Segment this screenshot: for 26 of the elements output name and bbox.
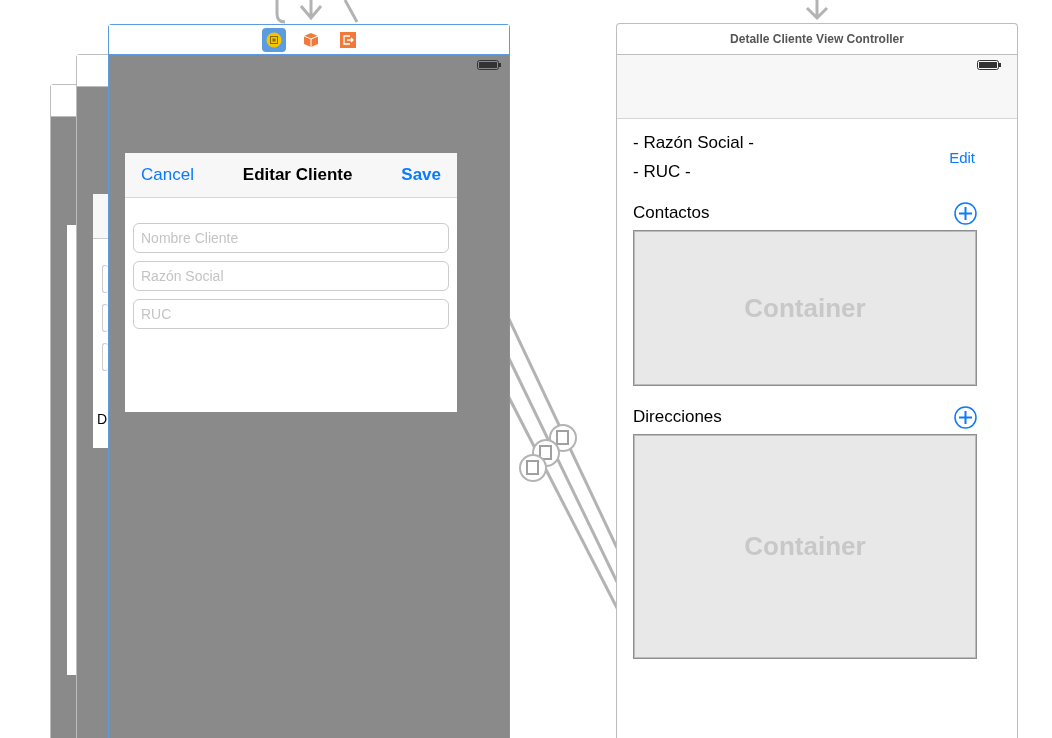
exit-icon	[340, 31, 356, 48]
text-field[interactable]: Razón Social	[133, 261, 449, 291]
razon-social-label: - Razón Social -	[633, 133, 754, 153]
segue-line	[343, 0, 359, 23]
add-icon[interactable]	[954, 201, 977, 225]
section-title: Contactos	[633, 203, 710, 223]
battery-icon	[477, 60, 501, 70]
add-icon[interactable]	[954, 405, 977, 429]
text-field[interactable]: Nombre Cliente	[133, 223, 449, 253]
view-controller-icon	[266, 31, 282, 48]
scene-title: Detalle Cliente View Controller	[730, 32, 904, 46]
segue-line	[275, 0, 286, 24]
battery-icon	[977, 60, 1001, 70]
cube-icon	[303, 31, 319, 48]
embed-segue-icon	[519, 454, 547, 482]
nav-title: Editar Cliente	[242, 165, 353, 185]
save-button[interactable]: Save	[401, 165, 441, 185]
text-field[interactable]: RUC	[133, 299, 449, 329]
section-title: Direcciones	[633, 407, 722, 427]
edit-button[interactable]: Edit	[949, 149, 975, 166]
segue-arrow	[805, 0, 829, 21]
label-fragment: D	[97, 411, 108, 427]
cancel-button[interactable]: Cancel	[141, 165, 194, 185]
toolbar-icon-button[interactable]	[262, 27, 286, 52]
segue-arrow	[299, 0, 323, 21]
ruc-label: - RUC -	[633, 162, 692, 182]
